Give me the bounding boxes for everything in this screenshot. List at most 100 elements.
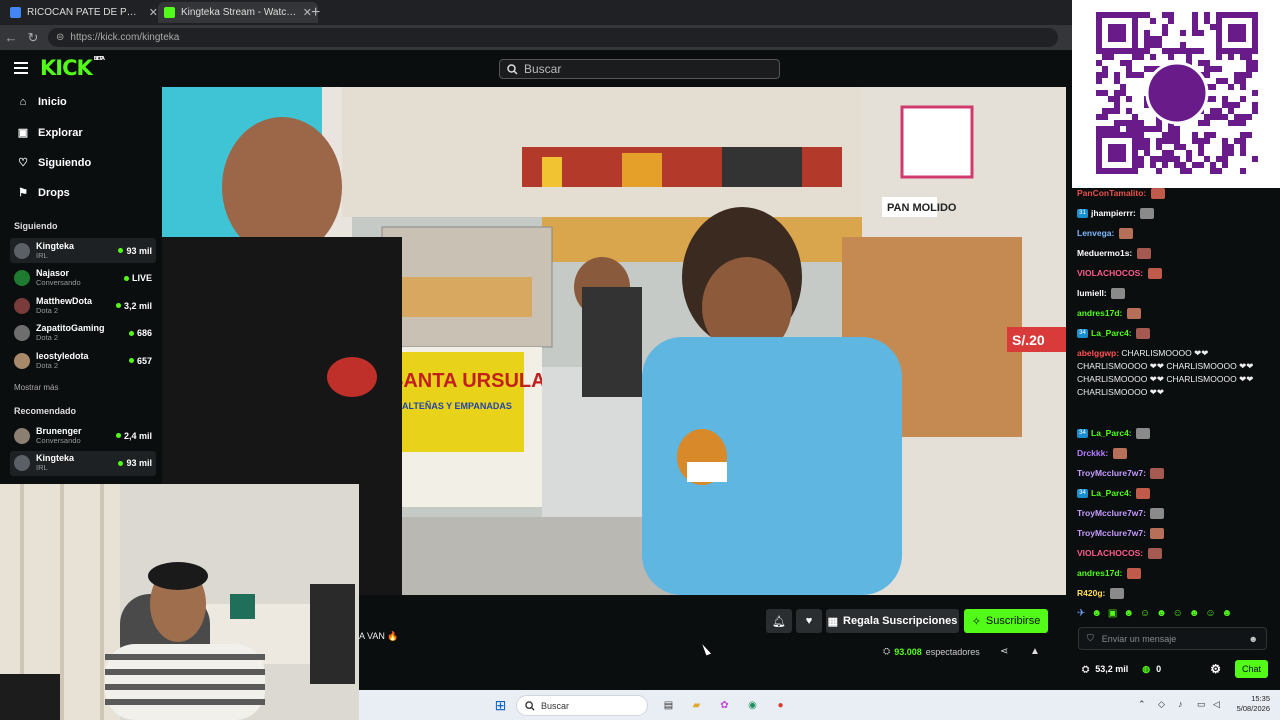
- emote-icon[interactable]: ✈: [1077, 608, 1085, 619]
- sidebar-channel[interactable]: leostyledota Dota 2 657: [10, 348, 156, 373]
- emote-icon[interactable]: ☺: [1205, 608, 1215, 619]
- chat-username[interactable]: VIOLACHOCOS:: [1077, 548, 1143, 558]
- chat-username[interactable]: La_Parc4:: [1091, 428, 1132, 438]
- search-input[interactable]: Buscar: [499, 59, 780, 79]
- browser-tab[interactable]: Kingteka Stream - Watch Live✕: [158, 2, 318, 23]
- taskbar-search[interactable]: Buscar: [516, 695, 648, 716]
- chat-username[interactable]: andres17d:: [1077, 308, 1122, 318]
- windows-start-icon[interactable]: ⊞: [492, 697, 509, 713]
- menu-icon[interactable]: [14, 62, 28, 74]
- subscribe-button[interactable]: ✧ Suscribirse: [964, 609, 1048, 633]
- sidebar-nav-inicio[interactable]: ⌂ Inicio: [17, 96, 67, 108]
- chat-message[interactable]: andres17d:: [1077, 567, 1277, 580]
- new-tab-button[interactable]: +: [311, 4, 320, 22]
- follow-button[interactable]: ♥: [796, 609, 822, 633]
- emote-icon[interactable]: ☻: [1091, 608, 1102, 619]
- chat-username[interactable]: Drckkk:: [1077, 448, 1108, 458]
- chat-message[interactable]: VIOLACHOCOS:: [1077, 267, 1277, 280]
- chat-username[interactable]: La_Parc4:: [1091, 328, 1132, 338]
- sidebar-channel[interactable]: Najasor Conversando LIVE: [10, 266, 156, 291]
- avatar: [14, 427, 30, 444]
- tab-close-icon[interactable]: ✕: [149, 6, 158, 19]
- chat-username[interactable]: R420g:: [1077, 588, 1105, 598]
- chat-message[interactable]: VIOLACHOCOS:: [1077, 547, 1277, 560]
- chat-message[interactable]: Meduermo1s:: [1077, 247, 1277, 260]
- chat-message[interactable]: 31 jhampierrr:: [1077, 207, 1277, 220]
- gift-subs-button[interactable]: ▦ Regala Suscripciones: [826, 609, 959, 633]
- chat-username[interactable]: Meduermo1s:: [1077, 248, 1132, 258]
- sidebar-nav-drops[interactable]: ⚑ Drops: [17, 186, 70, 200]
- chat-message[interactable]: Lenvega:: [1077, 227, 1277, 240]
- site-info-icon[interactable]: ⊜: [56, 32, 64, 43]
- chat-message[interactable]: abelggwp: CHARLISMOOOO ❤❤ CHARLISMOOOO ❤…: [1077, 347, 1277, 399]
- volume-icon[interactable]: ◁: [1213, 699, 1220, 710]
- notifications-button[interactable]: 🔔︎: [766, 609, 792, 633]
- show-more-link[interactable]: Mostrar más: [14, 383, 58, 392]
- network-icon[interactable]: ◇: [1158, 699, 1165, 710]
- taskbar-clock[interactable]: 15:35 5/08/2026: [1232, 694, 1270, 714]
- sidebar-nav-siguiendo[interactable]: ♡ Siguiendo: [17, 156, 91, 170]
- chat-message[interactable]: Drckkk:: [1077, 447, 1277, 460]
- chat-username[interactable]: La_Parc4:: [1091, 488, 1132, 498]
- chat-emote-icon: [1150, 528, 1165, 540]
- tray-chevron-icon[interactable]: ⌃: [1138, 699, 1146, 710]
- chat-message[interactable]: andres17d:: [1077, 307, 1277, 320]
- display-icon[interactable]: ▭: [1197, 699, 1206, 710]
- emoji-icon[interactable]: ☻: [1249, 634, 1258, 644]
- emote-icon[interactable]: ☻: [1222, 608, 1233, 619]
- chat-message[interactable]: R420g:: [1077, 587, 1277, 600]
- chat-username[interactable]: lumiell:: [1077, 288, 1107, 298]
- channel-category: IRL: [36, 463, 48, 472]
- emote-icon[interactable]: ☻: [1123, 608, 1134, 619]
- chat-username[interactable]: VIOLACHOCOS:: [1077, 268, 1143, 278]
- file-explorer-icon[interactable]: ▰: [688, 697, 705, 713]
- chat-message[interactable]: PanConTamalito:: [1077, 187, 1277, 200]
- chat-username[interactable]: PanConTamalito:: [1077, 188, 1146, 198]
- chat-username[interactable]: abelggwp:: [1077, 348, 1119, 358]
- sidebar-channel[interactable]: ZapatitoGaming Dota 2 686: [10, 321, 156, 346]
- subscriber-badge: 31: [1077, 209, 1088, 219]
- microphone-icon[interactable]: ♪: [1178, 699, 1183, 709]
- chrome-browser-icon[interactable]: ●: [772, 697, 789, 713]
- emote-icon[interactable]: ☻: [1156, 608, 1167, 619]
- url-field[interactable]: ⊜ https://kick.com/kingteka: [48, 28, 1058, 47]
- report-icon[interactable]: ▲: [1030, 646, 1040, 657]
- chat-username[interactable]: jhampierrr:: [1091, 208, 1136, 218]
- task-view-icon[interactable]: ▤: [660, 697, 677, 713]
- sidebar-channel[interactable]: Kingteka IRL 93 mil: [10, 238, 156, 263]
- chat-message[interactable]: 34 La_Parc4:: [1077, 487, 1277, 500]
- browser-tab[interactable]: RICOCAN PATE DE POLLO - Búsqu ✕: [4, 2, 164, 23]
- chat-username[interactable]: TroyMcclure7w7:: [1077, 468, 1146, 478]
- settings-gear-icon[interactable]: ⚙: [1210, 662, 1221, 676]
- viewers-icon: ⛭: [883, 646, 891, 656]
- reload-icon[interactable]: ↻: [22, 30, 44, 46]
- chat-message[interactable]: TroyMcclure7w7:: [1077, 527, 1277, 540]
- chat-message[interactable]: TroyMcclure7w7:: [1077, 467, 1277, 480]
- emote-icon[interactable]: ☻: [1189, 608, 1200, 619]
- sidebar-channel[interactable]: Brunenger Conversando 2,4 mil: [10, 423, 156, 448]
- chat-username[interactable]: Lenvega:: [1077, 228, 1114, 238]
- chat-message[interactable]: lumiell:: [1077, 287, 1277, 300]
- chat-message[interactable]: TroyMcclure7w7:: [1077, 507, 1277, 520]
- sidebar-channel[interactable]: MatthewDota Dota 2 3,2 mil: [10, 293, 156, 318]
- back-icon[interactable]: ←: [0, 30, 22, 45]
- copilot-icon[interactable]: ✿: [716, 697, 733, 713]
- chat-username[interactable]: andres17d:: [1077, 568, 1122, 578]
- chat-message[interactable]: 34 La_Parc4:: [1077, 427, 1277, 440]
- sidebar-nav-explorar[interactable]: ▣ Explorar: [17, 126, 83, 140]
- sidebar-channel[interactable]: Kingteka IRL 93 mil: [10, 450, 156, 476]
- channel-points[interactable]: 53,2 mil: [1095, 664, 1128, 674]
- chat-username[interactable]: TroyMcclure7w7:: [1077, 528, 1146, 538]
- emote-icon[interactable]: ☺: [1140, 608, 1150, 619]
- chat-send-button[interactable]: Chat: [1235, 660, 1268, 678]
- share-icon[interactable]: ⋖: [1000, 646, 1008, 657]
- chat-message[interactable]: 34 La_Parc4:: [1077, 327, 1277, 340]
- edge-browser-icon[interactable]: ◉: [744, 697, 761, 713]
- kick-logo[interactable]: KICK BETA: [40, 56, 105, 80]
- chat-input[interactable]: ⛉ Enviar un mensaje ☻: [1078, 627, 1267, 650]
- viewer-value: 93 mil: [126, 245, 152, 256]
- emote-icon[interactable]: ☺: [1173, 608, 1183, 619]
- emote-icon[interactable]: ▣: [1108, 608, 1117, 619]
- emote-row[interactable]: ✈ ☻ ▣ ☻ ☺ ☻ ☺ ☻ ☺ ☻: [1077, 606, 1267, 620]
- chat-username[interactable]: TroyMcclure7w7:: [1077, 508, 1146, 518]
